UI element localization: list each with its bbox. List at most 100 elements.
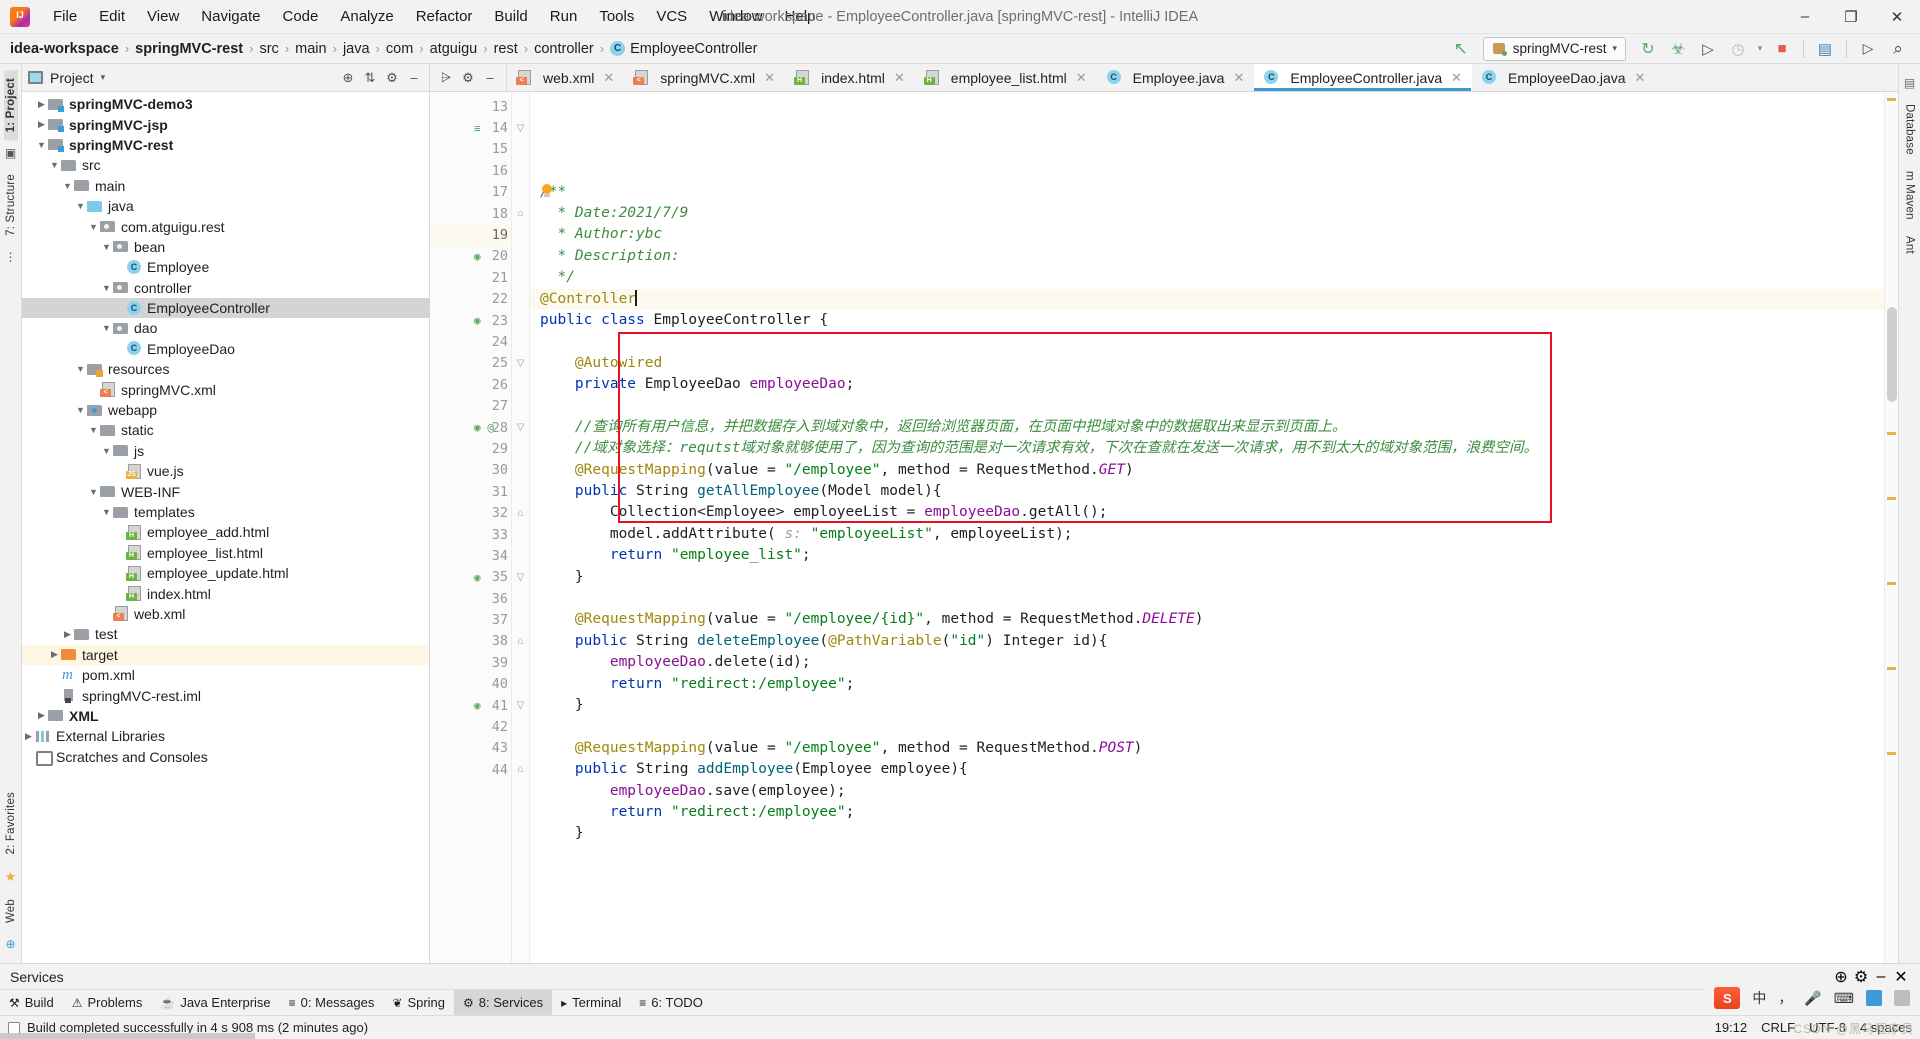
editor-fold-column[interactable]: ▽ ⌂ ▽ ▽ ⌂ ▽ ⌂ ▽ ⌂: [512, 92, 530, 963]
editor-tab-employeedao-java[interactable]: EmployeeDao.java ✕: [1472, 64, 1655, 91]
fold-marker[interactable]: ⌂: [512, 502, 529, 523]
profile-chevron-down-icon[interactable]: ▾: [1754, 36, 1766, 62]
fold-marker[interactable]: [512, 524, 529, 545]
tree-item[interactable]: ▶ XML: [22, 706, 429, 726]
breadcrumb-main[interactable]: main: [295, 41, 326, 57]
gutter-marker-icon[interactable]: ◉: [474, 314, 481, 327]
tree-item[interactable]: ▶ test: [22, 624, 429, 644]
rail-tab-project[interactable]: 1: Project: [3, 70, 18, 141]
maximize-button[interactable]: ❐: [1828, 0, 1874, 33]
collapse-all-icon[interactable]: ⇅: [361, 70, 379, 86]
code-line[interactable]: * Date:2021/7/9: [530, 203, 1884, 224]
run-configuration-selector[interactable]: springMVC-rest ▾: [1482, 36, 1626, 61]
tree-item[interactable]: ▼ springMVC-rest: [22, 135, 429, 155]
tree-item[interactable]: Hemployee_update.html: [22, 563, 429, 583]
gutter-line-number[interactable]: 32: [430, 502, 511, 523]
gutter-line-number[interactable]: 13: [430, 96, 511, 117]
fold-marker[interactable]: [512, 609, 529, 630]
gutter-line-number[interactable]: 26: [430, 374, 511, 395]
ime-menu-icon[interactable]: [1894, 990, 1910, 1006]
tree-twisty-icon[interactable]: ▼: [100, 323, 113, 333]
editor-gutter[interactable]: 13 ≡ 14 15 16 17 18 19 ◉ 20 21 22 ◉ 23 24 25 26 27 ◉ @28 29…: [430, 92, 512, 963]
gutter-line-number[interactable]: ◉ 41: [430, 695, 511, 716]
menu-edit[interactable]: Edit: [88, 4, 136, 29]
hide-editor-icon[interactable]: –: [480, 70, 500, 85]
code-line[interactable]: /**: [530, 182, 1884, 203]
menu-analyze[interactable]: Analyze: [329, 4, 404, 29]
tree-item[interactable]: ▼ java: [22, 196, 429, 216]
code-line[interactable]: */: [530, 267, 1884, 288]
code-line[interactable]: @Autowired: [530, 353, 1884, 374]
gutter-line-number[interactable]: 36: [430, 588, 511, 609]
gutter-marker-icon[interactable]: ◉: [474, 571, 481, 584]
code-line[interactable]: Collection<Employee> employeeList = empl…: [530, 502, 1884, 523]
breadcrumb-atguigu[interactable]: atguigu: [430, 41, 478, 57]
marker-warning[interactable]: [1887, 497, 1896, 500]
gutter-line-number[interactable]: 25: [430, 353, 511, 374]
code-line[interactable]: model.addAttribute( s: "employeeList", e…: [530, 524, 1884, 545]
tree-twisty-icon[interactable]: ▼: [100, 283, 113, 293]
tree-item[interactable]: ▼ dao: [22, 318, 429, 338]
fold-marker[interactable]: [512, 374, 529, 395]
code-line[interactable]: private EmployeeDao employeeDao;: [530, 374, 1884, 395]
tool-window-build[interactable]: ⚒ Build: [0, 990, 63, 1015]
code-line[interactable]: [530, 716, 1884, 737]
tool-window-terminal[interactable]: ▸ Terminal: [552, 990, 630, 1015]
fold-marker[interactable]: ▽: [512, 695, 529, 716]
sogou-ime-icon[interactable]: [1714, 987, 1741, 1009]
code-line[interactable]: }: [530, 567, 1884, 588]
build-hammer-icon[interactable]: ↖: [1447, 36, 1475, 62]
gutter-line-number[interactable]: 30: [430, 460, 511, 481]
profile-icon[interactable]: ◷: [1724, 36, 1752, 62]
code-line[interactable]: @RequestMapping(value = "/employee", met…: [530, 460, 1884, 481]
menu-refactor[interactable]: Refactor: [405, 4, 484, 29]
tree-twisty-icon[interactable]: ▶: [48, 649, 61, 660]
code-line[interactable]: employeeDao.save(employee);: [530, 781, 1884, 802]
fold-marker[interactable]: ▽: [512, 567, 529, 588]
close-tab-icon[interactable]: ✕: [603, 70, 614, 86]
tree-item[interactable]: ▼ js: [22, 441, 429, 461]
tree-item[interactable]: pom.xml: [22, 665, 429, 685]
code-line[interactable]: [530, 331, 1884, 352]
tree-item[interactable]: ▶ springMVC-demo3: [22, 94, 429, 114]
code-line[interactable]: }: [530, 695, 1884, 716]
breadcrumb-java[interactable]: java: [343, 41, 370, 57]
gutter-line-number[interactable]: 16: [430, 160, 511, 181]
tree-twisty-icon[interactable]: ▶: [35, 119, 48, 130]
menu-build[interactable]: Build: [483, 4, 538, 29]
tool-window-6-todo[interactable]: ≡ 6: TODO: [630, 990, 712, 1015]
marker-warning[interactable]: [1887, 667, 1896, 670]
fold-marker[interactable]: [512, 182, 529, 203]
fold-marker[interactable]: ⌂: [512, 759, 529, 780]
fold-marker[interactable]: ▽: [512, 353, 529, 374]
run-with-coverage-icon[interactable]: ▷: [1694, 36, 1722, 62]
gutter-line-number[interactable]: 38: [430, 631, 511, 652]
ime-language-indicator[interactable]: 中: [1752, 988, 1766, 1008]
code-line[interactable]: [530, 588, 1884, 609]
settings-gear-icon[interactable]: ⚙: [383, 70, 401, 86]
tree-item[interactable]: < springMVC.xml: [22, 379, 429, 399]
gutter-line-number[interactable]: 29: [430, 438, 511, 459]
tree-twisty-icon[interactable]: ▼: [87, 425, 100, 435]
editor-tab-index-html[interactable]: Hindex.html ✕: [785, 64, 915, 91]
tool-window-8-services[interactable]: ⚙ 8: Services: [454, 990, 553, 1015]
tree-item[interactable]: ▼ templates: [22, 502, 429, 522]
code-line[interactable]: [530, 396, 1884, 417]
fold-marker[interactable]: ⌂: [512, 203, 529, 224]
gutter-line-number[interactable]: 19: [430, 224, 511, 246]
breadcrumb-controller[interactable]: controller: [534, 41, 594, 57]
marker-warning[interactable]: [1887, 432, 1896, 435]
tree-twisty-icon[interactable]: ▶: [61, 629, 74, 640]
rail-tab-structure[interactable]: 7: Structure: [4, 166, 18, 244]
editor-tab-web-xml[interactable]: < web.xml ✕: [507, 64, 624, 91]
project-structure-icon[interactable]: ▤: [1811, 36, 1839, 62]
fold-marker[interactable]: ▽: [512, 117, 529, 138]
editor-tab-springmvc-xml[interactable]: < springMVC.xml ✕: [624, 64, 785, 91]
tree-twisty-icon[interactable]: ▼: [61, 181, 74, 191]
gutter-line-number[interactable]: 37: [430, 609, 511, 630]
code-text[interactable]: /** * Date:2021/7/9 * Author:ybc * Descr…: [530, 92, 1884, 963]
fold-marker[interactable]: [512, 310, 529, 331]
gutter-line-number[interactable]: 43: [430, 738, 511, 759]
marker-warning[interactable]: [1887, 582, 1896, 585]
gutter-line-number[interactable]: 39: [430, 652, 511, 673]
